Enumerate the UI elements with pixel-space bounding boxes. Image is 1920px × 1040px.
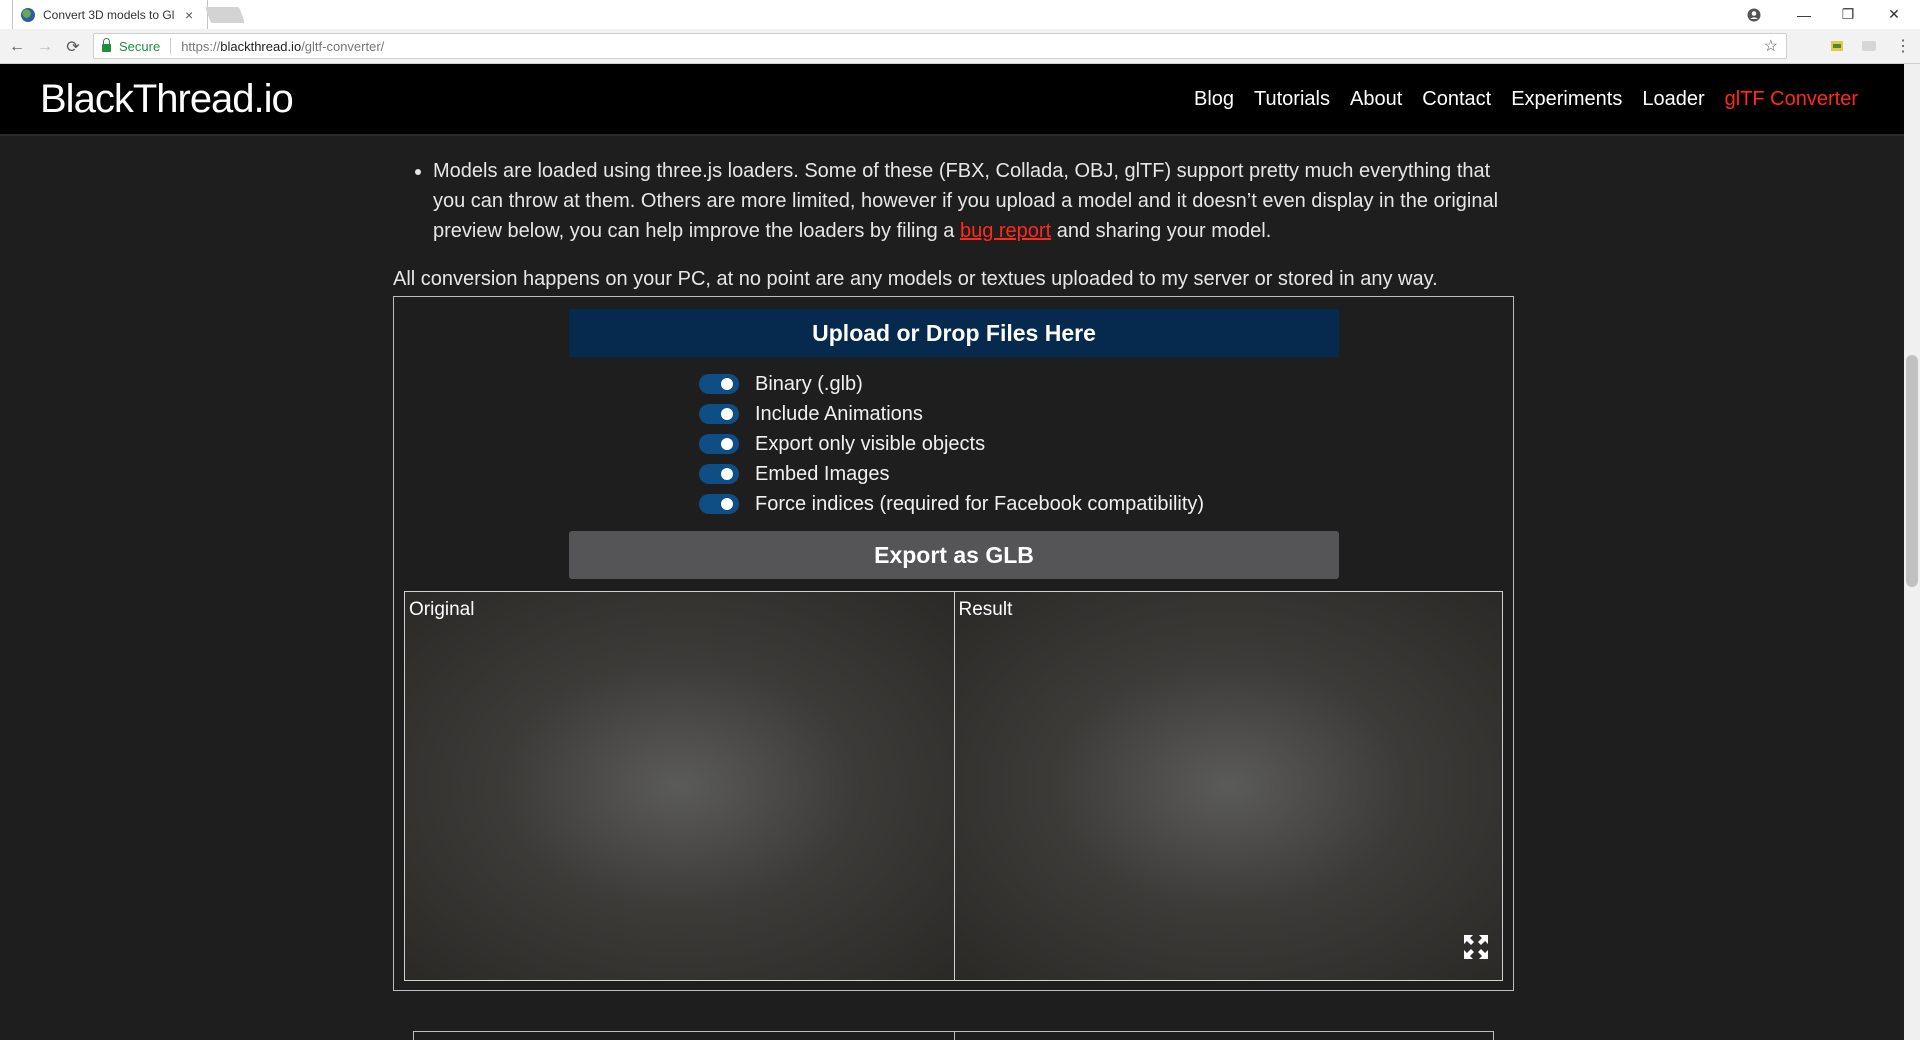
original-viewer[interactable]: Original — [405, 592, 954, 980]
fullscreen-icon[interactable] — [1463, 934, 1489, 960]
nav-loader[interactable]: Loader — [1642, 88, 1704, 111]
page-scrollbar-thumb[interactable] — [1906, 355, 1918, 587]
next-panel — [413, 1031, 1494, 1040]
reload-button[interactable]: ⟳ — [61, 35, 85, 59]
browser-tab[interactable]: Convert 3D models to Gl × — [12, 0, 208, 29]
next-panel-divider — [954, 1032, 955, 1040]
option-binary: Binary (.glb) — [699, 369, 1204, 399]
tab-title: Convert 3D models to Gl — [43, 7, 175, 22]
nav-about[interactable]: About — [1350, 88, 1402, 111]
animations-toggle[interactable] — [699, 404, 739, 424]
extension-icon-2[interactable] — [1860, 37, 1878, 55]
site-logo[interactable]: BlackThread.io — [40, 77, 294, 122]
restore-button[interactable]: ❐ — [1826, 0, 1870, 29]
option-label: Export only visible objects — [755, 432, 986, 455]
nav-tutorials[interactable]: Tutorials — [1254, 88, 1330, 111]
back-button[interactable]: ← — [5, 35, 29, 59]
option-label: Include Animations — [755, 402, 923, 425]
option-label: Embed Images — [755, 462, 890, 485]
close-window-button[interactable]: ✕ — [1872, 0, 1916, 29]
nav-contact[interactable]: Contact — [1422, 88, 1491, 111]
nav-gltf-converter[interactable]: glTF Converter — [1725, 88, 1858, 111]
tab-close-icon[interactable]: × — [185, 7, 193, 23]
visible-only-toggle[interactable] — [699, 434, 739, 454]
extension-icon[interactable] — [1828, 37, 1846, 55]
option-embed-images: Embed Images — [699, 459, 1204, 489]
forward-button[interactable]: → — [33, 35, 57, 59]
address-bar[interactable]: Secure https:// blackthread.io /gltf-con… — [93, 33, 1787, 59]
export-button[interactable]: Export as GLB — [569, 531, 1339, 579]
bullet-text-end: and sharing your model. — [1051, 220, 1272, 242]
site-header: BlackThread.io Blog Tutorials About Cont… — [0, 64, 1904, 136]
export-options: Binary (.glb) Include Animations Export … — [699, 369, 1204, 519]
main-nav: Blog Tutorials About Contact Experiments… — [1194, 88, 1858, 111]
browser-toolbar: ← → ⟳ Secure https:// blackthread.io /gl… — [0, 29, 1920, 64]
upload-button[interactable]: Upload or Drop Files Here — [569, 309, 1339, 357]
option-label: Force indices (required for Facebook com… — [755, 492, 1205, 515]
nav-experiments[interactable]: Experiments — [1511, 88, 1622, 111]
binary-toggle[interactable] — [699, 374, 739, 394]
option-force-indices: Force indices (required for Facebook com… — [699, 489, 1204, 519]
force-indices-toggle[interactable] — [699, 494, 739, 514]
preview-viewers: Original Result — [404, 591, 1503, 981]
lock-icon — [102, 38, 111, 52]
info-bullet: Models are loaded using three.js loaders… — [415, 156, 1513, 246]
option-visible-only: Export only visible objects — [699, 429, 1204, 459]
bug-report-link[interactable]: bug report — [960, 220, 1051, 242]
new-tab-button[interactable] — [205, 7, 245, 23]
minimize-button[interactable]: — — [1782, 0, 1826, 29]
original-viewer-label: Original — [409, 599, 475, 620]
result-viewer-label: Result — [958, 599, 1013, 620]
result-viewer[interactable]: Result — [953, 592, 1502, 980]
url-host: blackthread.io — [220, 38, 302, 54]
secure-label: Secure — [119, 38, 161, 54]
main-content: Models are loaded using three.js loaders… — [0, 138, 1904, 1040]
browser-menu-icon[interactable]: ⋮ — [1894, 37, 1912, 55]
url-path: /gltf-converter/ — [301, 38, 385, 54]
url-protocol: https:// — [181, 38, 221, 54]
site-favicon-icon — [21, 7, 35, 22]
embed-images-toggle[interactable] — [699, 464, 739, 484]
converter-panel: Upload or Drop Files Here Binary (.glb) … — [393, 296, 1514, 991]
option-animations: Include Animations — [699, 399, 1204, 429]
bookmark-star-icon[interactable]: ☆ — [1764, 36, 1778, 56]
profile-icon[interactable] — [1732, 0, 1776, 29]
omnibox-separator — [170, 38, 172, 54]
privacy-note: All conversion happens on your PC, at no… — [393, 268, 1438, 290]
browser-tabstrip: Convert 3D models to Gl × — ❐ ✕ — [0, 0, 1920, 29]
nav-blog[interactable]: Blog — [1194, 88, 1234, 111]
option-label: Binary (.glb) — [755, 372, 863, 395]
